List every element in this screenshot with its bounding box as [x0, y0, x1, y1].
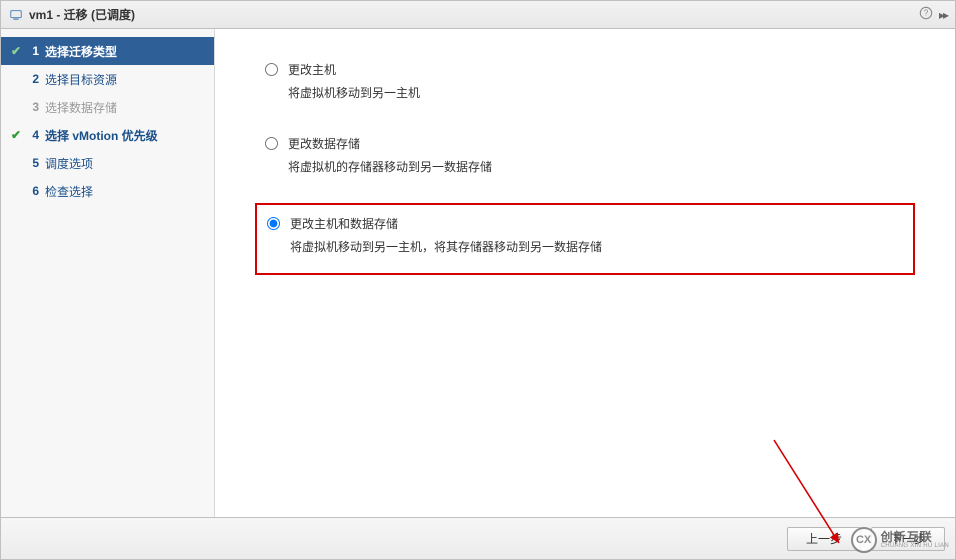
check-icon: ✔ — [9, 128, 23, 142]
option-change-datastore[interactable]: 更改数据存储 将虚拟机的存储器移动到另一数据存储 — [255, 129, 915, 185]
wizard-content: 更改主机 将虚拟机移动到另一主机 更改数据存储 将虚拟机的存储器移动到另一数据存… — [215, 29, 955, 517]
vm-icon — [9, 8, 23, 22]
step-3-select-datastore: 3 选择数据存储 — [1, 93, 214, 121]
step-1-select-migration-type[interactable]: ✔ 1 选择迁移类型 — [1, 37, 214, 65]
radio-change-host-and-datastore[interactable] — [267, 217, 280, 230]
step-label: 选择 vMotion 优先级 — [45, 127, 158, 144]
step-label: 选择目标资源 — [45, 71, 117, 88]
step-5-schedule-options[interactable]: 5 调度选项 — [1, 149, 214, 177]
step-label: 选择数据存储 — [45, 99, 117, 116]
step-label: 选择迁移类型 — [45, 43, 117, 60]
radio-change-host[interactable] — [265, 63, 278, 76]
option-title: 更改主机和数据存储 — [290, 215, 602, 232]
back-button[interactable]: 上一步 — [787, 527, 861, 551]
step-2-select-target-resource[interactable]: 2 选择目标资源 — [1, 65, 214, 93]
step-number: 6 — [23, 184, 39, 198]
step-4-select-vmotion-priority[interactable]: ✔ 4 选择 vMotion 优先级 — [1, 121, 214, 149]
expand-icon[interactable]: ▸▸ — [939, 8, 947, 22]
wizard-steps-sidebar: ✔ 1 选择迁移类型 2 选择目标资源 3 选择数据存储 ✔ 4 选择 vMot… — [1, 29, 215, 517]
wizard-body: ✔ 1 选择迁移类型 2 选择目标资源 3 选择数据存储 ✔ 4 选择 vMot… — [1, 29, 955, 517]
radio-change-datastore[interactable] — [265, 137, 278, 150]
option-change-host[interactable]: 更改主机 将虚拟机移动到另一主机 — [255, 55, 915, 111]
step-number: 3 — [23, 100, 39, 114]
titlebar: vm1 - 迁移 (已调度) ? ▸▸ — [1, 1, 955, 29]
step-number: 4 — [23, 128, 39, 142]
option-title: 更改数据存储 — [288, 135, 492, 152]
step-label: 检查选择 — [45, 183, 93, 200]
step-label: 调度选项 — [45, 155, 93, 172]
step-number: 5 — [23, 156, 39, 170]
step-number: 1 — [23, 44, 39, 58]
window-title: vm1 - 迁移 (已调度) — [29, 6, 135, 23]
option-title: 更改主机 — [288, 61, 420, 78]
option-description: 将虚拟机的存储器移动到另一数据存储 — [288, 158, 492, 175]
option-description: 将虚拟机移动到另一主机，将其存储器移动到另一数据存储 — [290, 238, 602, 255]
step-6-review-selections[interactable]: 6 检查选择 — [1, 177, 214, 205]
migrate-wizard-window: vm1 - 迁移 (已调度) ? ▸▸ ✔ 1 选择迁移类型 2 选择目标资源 … — [0, 0, 956, 560]
wizard-footer: 上一步 下一步 CX 创新互联 CHUANG XIN HU LIAN — [1, 517, 955, 559]
check-icon: ✔ — [9, 44, 23, 58]
option-description: 将虚拟机移动到另一主机 — [288, 84, 420, 101]
svg-text:?: ? — [924, 9, 929, 18]
next-button[interactable]: 下一步 — [871, 527, 945, 551]
help-icon[interactable]: ? — [919, 6, 933, 23]
step-number: 2 — [23, 72, 39, 86]
option-change-host-and-datastore[interactable]: 更改主机和数据存储 将虚拟机移动到另一主机，将其存储器移动到另一数据存储 — [255, 203, 915, 275]
